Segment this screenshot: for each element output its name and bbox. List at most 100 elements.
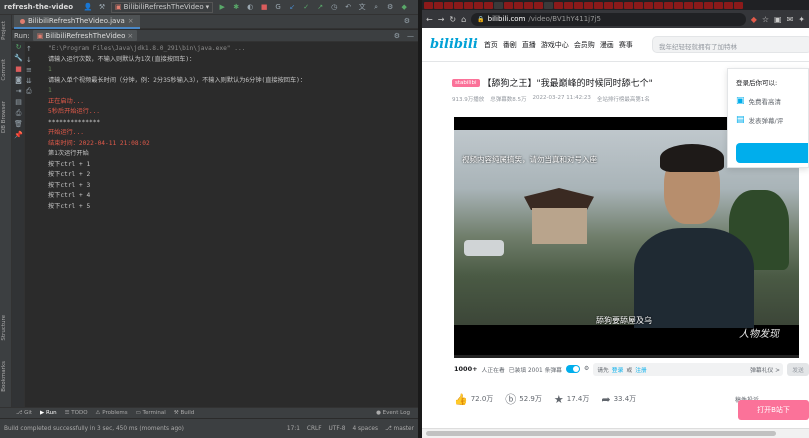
browser-tab[interactable]	[594, 1, 603, 9]
rerun-icon[interactable]: ↻	[12, 42, 25, 53]
like-button[interactable]: 👍 72.0万	[454, 393, 493, 406]
extension-icon[interactable]: ✦	[798, 15, 805, 24]
extension-icon[interactable]: ◆	[751, 15, 757, 24]
browser-tab[interactable]	[584, 1, 593, 9]
browser-tab[interactable]	[664, 1, 673, 9]
horizontal-scrollbar[interactable]	[422, 428, 809, 438]
git-update-icon[interactable]: ↙	[287, 2, 297, 12]
stop-icon[interactable]: ■	[12, 64, 25, 75]
git-label-icon[interactable]: G	[273, 2, 283, 12]
browser-tab[interactable]	[614, 1, 623, 9]
browser-tab[interactable]	[734, 1, 743, 9]
browser-tab[interactable]	[524, 1, 533, 9]
db-browser-tool-tab[interactable]: DB Browser	[1, 101, 7, 133]
run-icon[interactable]: ▶	[217, 2, 227, 12]
gear-icon[interactable]: ⚙	[404, 17, 410, 25]
stop-icon[interactable]: ■	[259, 2, 269, 12]
plugin-icon[interactable]: ◆	[399, 2, 409, 12]
problems-tool-tab[interactable]: ⚠ Problems	[96, 410, 128, 416]
scroll-end-icon[interactable]: ⇊	[26, 76, 40, 87]
indent-setting[interactable]: 4 spaces	[352, 426, 378, 432]
browser-tab[interactable]	[514, 1, 523, 9]
cursor-position[interactable]: 17:1	[287, 426, 300, 432]
console-output[interactable]: "E:\Program Files\Java\jdk1.8.0_291\bin\…	[44, 44, 416, 404]
browser-tab[interactable]	[554, 1, 563, 9]
terminal-tool-tab[interactable]: ▭ Terminal	[136, 410, 166, 416]
minimize-icon[interactable]: —	[407, 32, 414, 40]
git-push-icon[interactable]: ↗	[315, 2, 325, 12]
browser-tab[interactable]	[484, 1, 493, 9]
close-icon[interactable]: ×	[128, 17, 134, 25]
ranking-link[interactable]: 全站排行榜最高第1名	[597, 95, 650, 103]
run-tab[interactable]: ▣ BilibiliRefreshTheVideo ×	[32, 30, 138, 41]
trash-icon[interactable]: 🗑	[12, 119, 25, 130]
browser-tab[interactable]	[564, 1, 573, 9]
browser-tab[interactable]	[454, 1, 463, 9]
nav-mall[interactable]: 会员购	[574, 40, 595, 50]
wrench-icon[interactable]: 🔧	[12, 53, 25, 64]
scroll-down-icon[interactable]: ↓	[26, 55, 40, 66]
open-app-button[interactable]: 打开B站下	[738, 400, 809, 420]
danmaku-etiquette-link[interactable]: 弹幕礼仪 >	[750, 365, 780, 374]
browser-tab[interactable]	[694, 1, 703, 9]
browser-tab[interactable]	[704, 1, 713, 9]
git-branch[interactable]: ⎇ master	[385, 426, 414, 432]
browser-tab[interactable]	[634, 1, 643, 9]
history-icon[interactable]: ◷	[329, 2, 339, 12]
pin-icon[interactable]: 📌	[12, 130, 25, 141]
close-icon[interactable]: ×	[127, 32, 133, 40]
browser-tab[interactable]	[424, 1, 433, 9]
reload-icon[interactable]: ↻	[449, 15, 456, 24]
user-icon[interactable]: 👤	[83, 2, 93, 12]
nav-games[interactable]: 游戏中心	[541, 40, 569, 50]
settings-icon[interactable]: ⚙	[385, 2, 395, 12]
danmaku-toggle[interactable]	[565, 365, 580, 373]
browser-tab[interactable]	[444, 1, 453, 9]
todo-tool-tab[interactable]: ☰ TODO	[65, 410, 88, 416]
search-input[interactable]: 我年纪轻轻就拥有了加特林	[652, 36, 809, 53]
file-encoding[interactable]: UTF-8	[329, 426, 346, 432]
back-icon[interactable]: ←	[426, 15, 433, 24]
browser-tab[interactable]	[654, 1, 663, 9]
browser-tab[interactable]	[504, 1, 513, 9]
coverage-icon[interactable]: ◐	[245, 2, 255, 12]
forward-icon[interactable]: →	[438, 15, 445, 24]
event-log-tab[interactable]: ● Event Log	[376, 410, 410, 416]
danmaku-settings-icon[interactable]: ⚙	[584, 366, 589, 372]
browser-tab[interactable]	[494, 1, 503, 9]
extension-icon[interactable]: ▣	[774, 15, 782, 24]
address-bar[interactable]: 🔒 bilibili.com/video/BV1hY411j7j5	[471, 12, 746, 26]
search-icon[interactable]: ⌕	[371, 2, 381, 12]
layout-icon[interactable]: ▤	[12, 97, 25, 108]
danmaku-input[interactable]: 请先 登录 或 注册 弹幕礼仪 >	[593, 362, 783, 376]
favorite-button[interactable]: ★ 17.4万	[554, 393, 589, 406]
commit-tool-tab[interactable]: Commit	[1, 59, 7, 81]
browser-tab[interactable]	[724, 1, 733, 9]
browser-tab[interactable]	[644, 1, 653, 9]
soft-wrap-icon[interactable]: ≡	[26, 65, 40, 76]
structure-tool-tab[interactable]: Structure	[1, 315, 7, 341]
editor-tab-file[interactable]: BilibiliRefreshTheVideo.java ×	[14, 15, 140, 29]
run-config-select[interactable]: ▣ BilibiliRefreshTheVideo ▾	[111, 1, 214, 13]
nav-home[interactable]: 首页	[484, 40, 498, 50]
print-icon[interactable]: ⎙	[12, 108, 25, 119]
home-icon[interactable]: ⌂	[461, 15, 466, 24]
send-danmaku-button[interactable]: 发送	[787, 362, 809, 376]
build-tool-tab[interactable]: ⚒ Build	[174, 410, 195, 416]
run-tool-tab[interactable]: ▶ Run	[40, 410, 57, 416]
browser-tab[interactable]	[534, 1, 543, 9]
nav-anime[interactable]: 番剧	[503, 40, 517, 50]
login-button[interactable]	[736, 143, 808, 163]
coin-button[interactable]: ⓑ 52.9万	[505, 391, 542, 407]
browser-tab[interactable]	[574, 1, 583, 9]
rollback-icon[interactable]: ↶	[343, 2, 353, 12]
browser-tab[interactable]	[684, 1, 693, 9]
danmaku-login-link[interactable]: 登录	[612, 365, 624, 374]
browser-tab[interactable]	[714, 1, 723, 9]
extension-icon[interactable]: ✉	[787, 15, 794, 24]
scroll-up-icon[interactable]: ↑	[26, 44, 40, 55]
build-status[interactable]: Build completed successfully in 3 sec, 4…	[4, 426, 184, 432]
browser-tab[interactable]	[544, 1, 553, 9]
project-tool-tab[interactable]: Project	[1, 21, 7, 40]
translate-icon[interactable]: 文	[357, 2, 367, 12]
